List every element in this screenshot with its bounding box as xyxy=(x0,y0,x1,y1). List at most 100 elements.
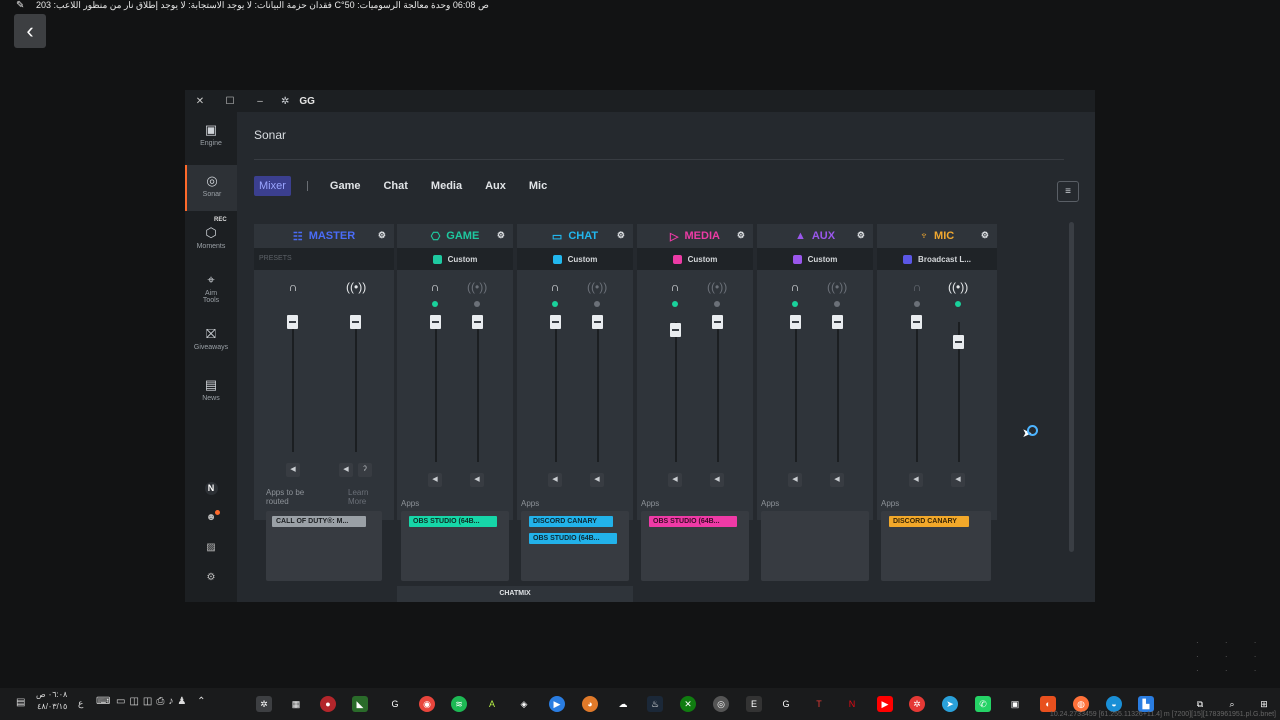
app-taskbar-icon[interactable]: G xyxy=(387,696,403,712)
app-taskbar-icon[interactable]: ◎ xyxy=(713,696,729,712)
tab-mic[interactable]: Mic xyxy=(529,180,547,192)
sidebar-item-engine[interactable]: ▣ Engine xyxy=(185,122,237,160)
xbox-icon[interactable]: ✕ xyxy=(680,696,696,712)
slider-track[interactable] xyxy=(292,322,294,452)
preset-selector[interactable]: Custom xyxy=(757,248,873,270)
vertical-scrollbar[interactable] xyxy=(1069,222,1074,552)
youtube-icon[interactable]: ▶ xyxy=(877,696,893,712)
mute-icon[interactable]: ◀ xyxy=(339,463,353,477)
slider-track[interactable] xyxy=(837,322,839,462)
app-taskbar-icon[interactable]: ✲ xyxy=(909,696,925,712)
gallery-icon[interactable]: ▨ xyxy=(185,542,237,553)
app-chip[interactable]: DISCORD CANARY xyxy=(529,516,613,527)
volume-slider-knob[interactable] xyxy=(832,315,843,329)
app-taskbar-icon[interactable]: ◕ xyxy=(582,696,598,712)
menu-button[interactable]: ≡ xyxy=(1057,181,1079,202)
mute-icon[interactable]: ◀ xyxy=(470,473,484,487)
app-taskbar-icon[interactable]: ◐ xyxy=(1040,696,1056,712)
app-taskbar-icon[interactable]: ◈ xyxy=(516,696,532,712)
app-taskbar-icon[interactable]: ● xyxy=(320,696,336,712)
chatmix-bar[interactable]: CHATMIX xyxy=(397,586,633,602)
volume-slider-knob[interactable] xyxy=(953,335,964,349)
telegram-icon[interactable]: ➤ xyxy=(942,696,958,712)
preset-selector[interactable]: Custom xyxy=(517,248,633,270)
mute-icon[interactable]: ◀ xyxy=(428,473,442,487)
epic-games-icon[interactable]: E xyxy=(746,696,762,712)
app-taskbar-icon[interactable]: ▙ xyxy=(1138,696,1154,712)
sidebar-item-news[interactable]: ▤ News xyxy=(185,377,237,417)
app-taskbar-icon[interactable]: G xyxy=(778,696,794,712)
volume-slider-knob[interactable] xyxy=(911,315,922,329)
app-chip[interactable]: OBS STUDIO (64B... xyxy=(409,516,497,527)
slider-track[interactable] xyxy=(435,322,437,462)
app-chip[interactable]: CALL OF DUTY®: M... xyxy=(272,516,366,527)
app-chip[interactable]: DISCORD CANARY xyxy=(889,516,969,527)
gear-icon[interactable]: ⚙ xyxy=(737,230,745,241)
preset-selector[interactable]: Custom xyxy=(637,248,753,270)
volume-slider-knob[interactable] xyxy=(790,315,801,329)
mute-icon[interactable]: ◀ xyxy=(788,473,802,487)
back-button[interactable]: ‹ xyxy=(14,14,46,48)
sidebar-item-aim-tools[interactable]: ⌖ Aim Tools xyxy=(185,272,237,318)
mute-icon[interactable]: ◀ xyxy=(286,463,300,477)
slider-track[interactable] xyxy=(675,322,677,462)
volume-slider-knob[interactable] xyxy=(287,315,298,329)
taskbar-clock[interactable]: ٠٦:٠٨ ص ٤٨/٠٣/١٥ xyxy=(36,689,67,713)
language-indicator[interactable]: ع xyxy=(78,698,83,709)
preset-selector[interactable]: Custom xyxy=(397,248,513,270)
mute-icon[interactable]: ◀ xyxy=(668,473,682,487)
edge-icon[interactable]: ◒ xyxy=(1106,696,1122,712)
tab-media[interactable]: Media xyxy=(431,180,462,192)
keyboard-icon[interactable]: ⌨ xyxy=(96,696,110,707)
task-view-icon[interactable]: ⧉ xyxy=(1192,696,1208,712)
slider-track[interactable] xyxy=(717,322,719,462)
windows-start-icon[interactable]: ⊞ xyxy=(1256,696,1272,712)
store-icon[interactable]: ▣ xyxy=(1007,696,1023,712)
whatsapp-icon[interactable]: ✆ xyxy=(975,696,991,712)
tab-chat[interactable]: Chat xyxy=(383,180,407,192)
learn-more-link[interactable]: Learn More xyxy=(348,488,378,506)
sidebar-item-sonar[interactable]: ◎ Sonar xyxy=(185,165,237,211)
gear-icon[interactable]: ⚙ xyxy=(497,230,505,241)
mute-icon[interactable]: ◀ xyxy=(590,473,604,487)
spotify-icon[interactable]: ≋ xyxy=(451,696,467,712)
slider-track[interactable] xyxy=(916,322,918,462)
app-taskbar-icon[interactable]: ▶ xyxy=(549,696,565,712)
volume-slider-knob[interactable] xyxy=(592,315,603,329)
app-taskbar-icon[interactable]: A xyxy=(484,696,500,712)
volume-slider-knob[interactable] xyxy=(472,315,483,329)
discord-icon[interactable]: ☻ xyxy=(185,510,237,523)
volume-slider-knob[interactable] xyxy=(350,315,361,329)
ear-icon[interactable]: ʔ xyxy=(358,463,372,477)
steelseries-gg-taskbar-icon[interactable]: ✲ xyxy=(256,696,272,712)
slider-track[interactable] xyxy=(355,322,357,452)
gear-icon[interactable]: ⚙ xyxy=(617,230,625,241)
slider-track[interactable] xyxy=(597,322,599,462)
maximize-button[interactable]: ☐ xyxy=(215,96,245,107)
app-taskbar-icon[interactable]: T xyxy=(811,696,827,712)
mute-icon[interactable]: ◀ xyxy=(909,473,923,487)
sidebar-item-moments[interactable]: ⬡ Moments xyxy=(185,225,237,265)
nvidia-icon[interactable]: ◣ xyxy=(352,696,368,712)
settings-gear-icon[interactable]: ⚙ xyxy=(185,572,237,583)
slider-track[interactable] xyxy=(477,322,479,462)
volume-slider-knob[interactable] xyxy=(430,315,441,329)
gear-icon[interactable]: ⚙ xyxy=(378,230,386,241)
user-avatar[interactable]: N xyxy=(185,482,237,495)
mute-icon[interactable]: ◀ xyxy=(830,473,844,487)
minimize-button[interactable]: – xyxy=(245,96,275,107)
volume-slider-knob[interactable] xyxy=(550,315,561,329)
preset-selector[interactable]: Broadcast L... xyxy=(877,248,997,270)
tab-mixer[interactable]: Mixer xyxy=(254,176,291,196)
sidebar-item-giveaways[interactable]: ⛝ Giveaways xyxy=(185,326,237,366)
mute-icon[interactable]: ◀ xyxy=(951,473,965,487)
steam-icon[interactable]: ♨ xyxy=(647,696,663,712)
slider-track[interactable] xyxy=(795,322,797,462)
notification-icon[interactable]: ▤ xyxy=(16,697,25,708)
app-chip[interactable]: OBS STUDIO (64B... xyxy=(649,516,737,527)
gear-icon[interactable]: ⚙ xyxy=(857,230,865,241)
tab-aux[interactable]: Aux xyxy=(485,180,506,192)
gear-icon[interactable]: ⚙ xyxy=(981,230,989,241)
app-taskbar-icon[interactable]: ☁ xyxy=(615,696,631,712)
tab-game[interactable]: Game xyxy=(330,180,361,192)
